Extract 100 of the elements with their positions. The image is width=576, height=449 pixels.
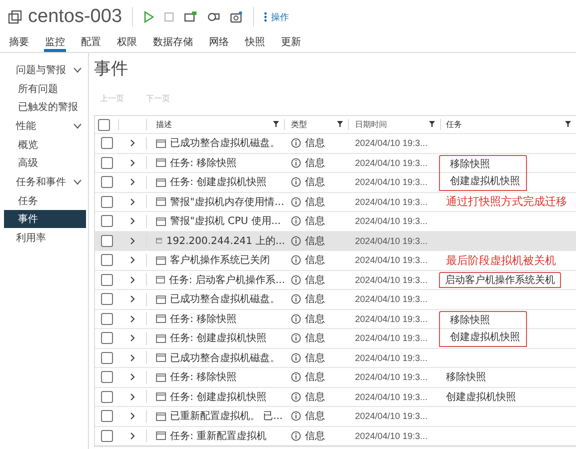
- info-icon: [291, 372, 301, 382]
- tab[interactable]: 更新: [280, 34, 302, 52]
- checkbox[interactable]: [101, 234, 113, 247]
- tab[interactable]: 快照: [244, 34, 266, 52]
- checkbox[interactable]: [101, 293, 113, 306]
- chevron-icon[interactable]: [130, 158, 135, 167]
- table-row[interactable]: 已成功整合虚拟机磁盘。 信息 2024/04/10 19:3...: [95, 348, 576, 368]
- checkbox[interactable]: [101, 215, 113, 228]
- sidebar-item[interactable]: 已触发的警报: [4, 98, 86, 116]
- column-header[interactable]: 日期时间: [355, 118, 387, 130]
- info-icon: [291, 314, 301, 324]
- table-row[interactable]: 任务: 启动客户机操作系... 信息 2024/04/10 19:3... 启动客户机操作系统关机: [95, 270, 576, 290]
- tab[interactable]: 权限: [116, 34, 138, 52]
- chevron-icon[interactable]: [130, 217, 135, 226]
- table-cell: 2024/04/10 19:3...: [355, 196, 428, 207]
- filter-icon[interactable]: [273, 121, 279, 128]
- power-on-icon[interactable]: [143, 11, 154, 23]
- annotation-note: 最后阶段虚拟机被关机: [446, 252, 556, 268]
- event-icon: [156, 138, 166, 148]
- sidebar-item[interactable]: 任务: [4, 192, 86, 210]
- more-icon: [264, 12, 268, 22]
- table-cell-text: 信息: [305, 156, 325, 170]
- table-cell-text: 任务: 创建虚拟机快照: [170, 176, 267, 190]
- table-cell: 2024/04/10 19:3...: [355, 255, 428, 266]
- tab[interactable]: 摘要: [8, 34, 30, 52]
- tab[interactable]: 配置: [80, 34, 102, 52]
- checkbox[interactable]: [101, 196, 113, 208]
- table-row[interactable]: 已成功整合虚拟机磁盘。 信息 2024/04/10 19:3...: [95, 134, 576, 154]
- table-row[interactable]: 任务: 重新配置虚拟机 信息 2024/04/10 19:3...: [95, 426, 576, 446]
- checkbox[interactable]: [101, 254, 113, 266]
- filter-icon[interactable]: [565, 121, 571, 128]
- sidebar-item[interactable]: 所有问题: [4, 80, 86, 98]
- table-row[interactable]: 已重新配置虚拟机。 已... 信息 2024/04/10 19:3...: [95, 407, 576, 426]
- event-icon: [156, 353, 166, 362]
- checkbox[interactable]: [98, 118, 110, 130]
- column-header[interactable]: 类型: [291, 118, 307, 130]
- annotation-note: 通过打快照方式完成迁移: [446, 194, 567, 210]
- filter-icon[interactable]: [429, 121, 435, 128]
- chevron-icon[interactable]: [130, 295, 135, 304]
- table-row[interactable]: 客户机操作系统已关闭 信息 2024/04/10 19:3... 最后阶段虚拟机被关机: [95, 251, 576, 270]
- tab[interactable]: 监控: [44, 34, 66, 52]
- table-row[interactable]: 任务: 移除快照 信息 2024/04/10 19:3... 移除快照: [95, 310, 576, 329]
- sidebar-item[interactable]: 事件: [4, 210, 86, 228]
- event-icon: [156, 334, 166, 343]
- checkbox[interactable]: [101, 352, 113, 364]
- chevron-icon[interactable]: [130, 392, 135, 401]
- chevron-icon[interactable]: [130, 314, 135, 323]
- tab[interactable]: 网络: [208, 34, 230, 52]
- table-row[interactable]: 警报"虚拟机内存使用情... 信息 2024/04/10 19:3... 通过打快照方式完成迁移: [95, 192, 576, 212]
- chevron-icon[interactable]: [130, 236, 135, 245]
- column-header[interactable]: 任务: [446, 118, 462, 130]
- chevron-icon[interactable]: [130, 354, 135, 362]
- checkbox[interactable]: [101, 156, 113, 169]
- table-row[interactable]: 任务: 移除快照 信息 2024/04/10 19:3... 移除快照: [95, 368, 576, 388]
- checkbox[interactable]: [101, 390, 113, 403]
- table-cell-text: 信息: [305, 410, 325, 424]
- chevron-icon[interactable]: [130, 276, 135, 284]
- sidebar-group[interactable]: 任务和事件: [0, 172, 88, 192]
- table-cell-text: 任务: 创建虚拟机快照: [170, 390, 267, 404]
- checkbox[interactable]: [101, 176, 113, 188]
- chevron-icon[interactable]: [130, 198, 135, 206]
- chevron-icon[interactable]: [130, 412, 135, 420]
- info-icon: [291, 196, 301, 207]
- snapshot-icon[interactable]: [230, 11, 244, 23]
- checkbox[interactable]: [101, 332, 113, 344]
- checkbox[interactable]: [101, 430, 113, 442]
- checkbox[interactable]: [101, 371, 113, 384]
- sidebar-group[interactable]: 性能: [0, 116, 88, 136]
- table-row[interactable]: 任务: 移除快照 信息 2024/04/10 19:3... 移除快照: [95, 154, 576, 173]
- sidebar-item[interactable]: 利用率: [0, 228, 88, 248]
- migrate-icon[interactable]: [207, 11, 220, 23]
- checkbox[interactable]: [101, 410, 113, 422]
- actions-menu-button[interactable]: 操作: [264, 10, 290, 24]
- chevron-icon[interactable]: [130, 334, 135, 342]
- table-cell-text: 移除快照: [446, 370, 486, 384]
- checkbox[interactable]: [101, 274, 113, 286]
- table-row[interactable]: 任务: 创建虚拟机快照 信息 2024/04/10 19:3... 创建虚拟机快照: [95, 173, 576, 192]
- table-row[interactable]: 任务: 创建虚拟机快照 信息 2024/04/10 19:3... 创建虚拟机快照: [95, 329, 576, 348]
- event-icon: [156, 158, 166, 168]
- chevron-icon[interactable]: [130, 139, 135, 148]
- table-cell: 2024/04/10 19:3...: [355, 430, 428, 441]
- checkbox[interactable]: [101, 312, 113, 325]
- info-icon: [291, 333, 301, 344]
- tab[interactable]: 数据存储: [152, 34, 194, 52]
- filter-icon[interactable]: [337, 121, 343, 128]
- checkbox[interactable]: [101, 137, 113, 150]
- info-icon: [291, 216, 301, 226]
- chevron-icon[interactable]: [130, 178, 135, 186]
- sidebar-item[interactable]: 高级: [4, 154, 86, 172]
- column-header[interactable]: 描述: [156, 118, 172, 130]
- sidebar-item[interactable]: 概览: [4, 136, 86, 154]
- table-row[interactable]: 192.200.244.241 上的... 信息 2024/04/10 19:3...: [95, 232, 576, 251]
- table-row[interactable]: 已成功整合虚拟机磁盘。 信息 2024/04/10 19:3...: [95, 290, 576, 310]
- console-icon[interactable]: [184, 11, 198, 23]
- table-row[interactable]: 任务: 创建虚拟机快照 信息 2024/04/10 19:3... 创建虚拟机快照: [95, 388, 576, 407]
- table-cell-text: 已成功整合虚拟机磁盘。: [170, 136, 280, 150]
- sidebar-group[interactable]: 问题与警报: [0, 60, 88, 80]
- chevron-icon[interactable]: [130, 373, 135, 382]
- chevron-icon[interactable]: [130, 432, 135, 440]
- chevron-icon[interactable]: [130, 256, 135, 264]
